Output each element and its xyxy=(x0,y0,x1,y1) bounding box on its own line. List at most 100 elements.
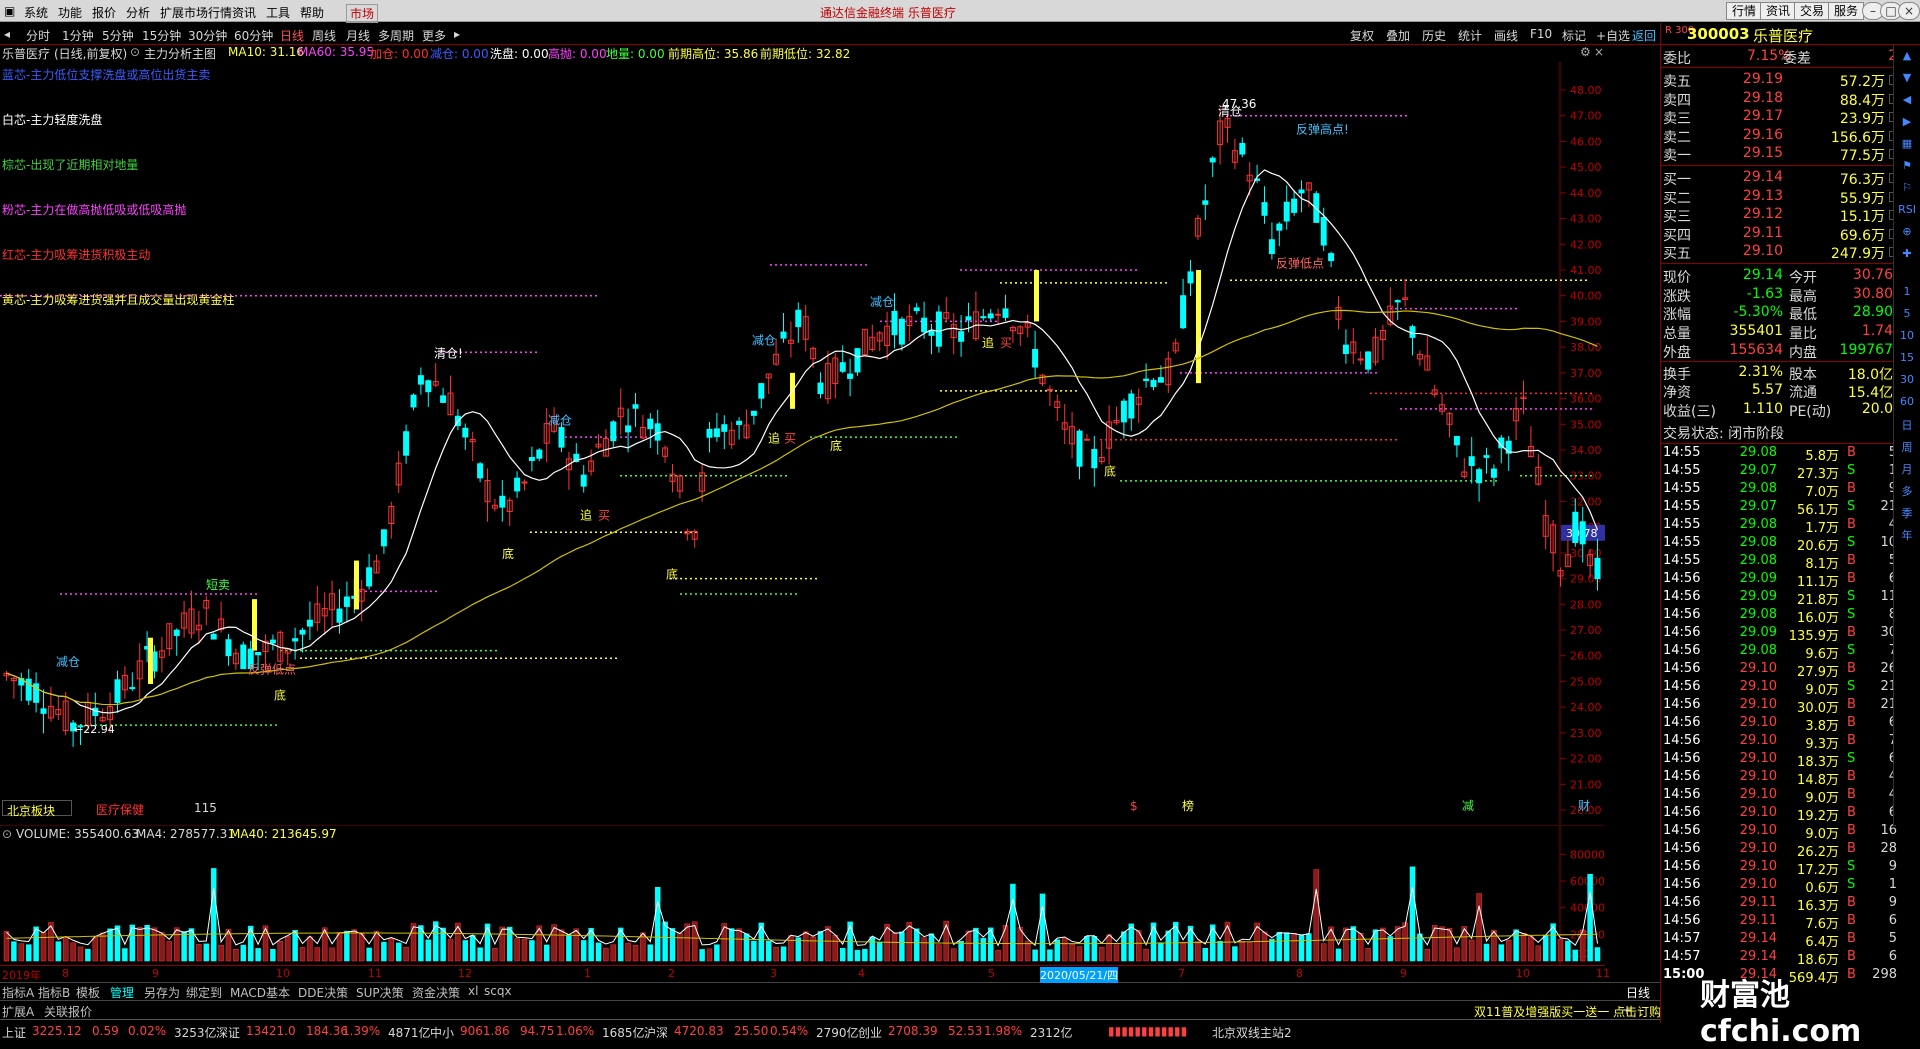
sidebar-period[interactable]: 年 xyxy=(1896,527,1918,543)
bid-price[interactable]: 29.12 xyxy=(1727,206,1783,222)
tab-related-quote[interactable]: 关联报价 xyxy=(44,1003,92,1020)
tab-dde[interactable]: DDE决策 xyxy=(298,984,348,1001)
sidebar-period[interactable]: 5 xyxy=(1896,307,1918,320)
menu-system[interactable]: 系统 xyxy=(24,4,48,21)
sidebar-tool-icon[interactable]: ⚑ xyxy=(1896,159,1918,172)
toolbar-overlay[interactable]: 叠加 xyxy=(1386,27,1410,44)
period-tab-daily[interactable]: 日线 xyxy=(280,27,304,44)
bid-price[interactable]: 29.13 xyxy=(1727,188,1783,204)
toolbar-mark[interactable]: 标记 xyxy=(1562,27,1586,44)
tab-sup[interactable]: SUP决策 xyxy=(356,984,404,1001)
ask-price[interactable]: 29.16 xyxy=(1727,127,1783,143)
sidebar-period[interactable]: 日 xyxy=(1896,417,1918,433)
sidebar-tool-icon[interactable]: ✚ xyxy=(1896,247,1918,260)
sidebar-tool-icon[interactable]: ▼ xyxy=(1896,71,1918,84)
sidebar-period[interactable]: 月 xyxy=(1896,461,1918,477)
sidebar-period[interactable]: 30 xyxy=(1896,373,1918,386)
news-ticker[interactable]: 双11普及增强版买一送一 点击订购 xyxy=(1474,1003,1661,1020)
sidebar-tool-icon[interactable]: ⚐ xyxy=(1896,181,1918,194)
tab-template[interactable]: 模板 xyxy=(76,984,100,1001)
volume-bar xyxy=(773,947,779,962)
sidebar-tool-icon[interactable]: ▲ xyxy=(1896,49,1918,62)
tab-save-as[interactable]: 另存为 xyxy=(144,984,180,1001)
ask-label: 卖五 xyxy=(1663,74,1691,90)
tab-scqx[interactable]: scqx xyxy=(484,984,512,998)
top-button-quote[interactable]: 行情 xyxy=(1726,2,1763,20)
tab-extend-a[interactable]: 扩展A xyxy=(2,1003,34,1020)
sidebar-tool-icon[interactable]: ⊕ xyxy=(1896,225,1918,238)
candlestick-chart[interactable]: 48.00 47.00 46.00 45.00 44.00 43.00 42.00 41.00… xyxy=(0,62,1605,824)
sidebar-tool-icon[interactable]: ▦ xyxy=(1896,137,1918,150)
sidebar-period[interactable]: 10 xyxy=(1896,329,1918,342)
menu-extended-market[interactable]: 扩展市场行情 xyxy=(160,4,232,21)
tab-capital[interactable]: 资金决策 xyxy=(412,984,460,1001)
menu-help[interactable]: 帮助 xyxy=(300,4,324,21)
prev-high-value: 前期高位: 35.86 xyxy=(668,47,759,61)
period-tab-monthly[interactable]: 月线 xyxy=(346,27,370,44)
period-tab-more[interactable]: 更多 xyxy=(422,27,446,44)
volume-chart[interactable]: 80000600004000020000X10 xyxy=(0,825,1605,965)
sidebar-period[interactable]: 周 xyxy=(1896,439,1918,455)
sidebar-period[interactable]: 1 xyxy=(1896,285,1918,298)
sidebar-tool-icon[interactable]: ◀ xyxy=(1896,93,1918,106)
tab-daily-view[interactable]: 日线 xyxy=(1626,984,1650,1001)
period-tab-fenshi[interactable]: 分时 xyxy=(26,27,50,44)
tab-manage[interactable]: 管理 xyxy=(110,984,134,1001)
date-axis[interactable]: 2019年 8 9 10 11 12 1 2 3 4 5 2020/05/21/四 7 8 9 10 11 xyxy=(0,965,1610,983)
menu-tools[interactable]: 工具 xyxy=(266,4,290,21)
close-icon[interactable]: × xyxy=(1898,2,1920,20)
server-station[interactable]: 北京双线主站2 xyxy=(1212,1024,1292,1041)
sidebar-period[interactable]: 多 xyxy=(1896,483,1918,499)
period-tab-60min[interactable]: 60分钟 xyxy=(234,27,273,44)
settings-icon[interactable]: ⚙ xyxy=(1580,45,1591,59)
menu-analysis[interactable]: 分析 xyxy=(126,4,150,21)
sector-tag-medical[interactable]: 医疗保健 xyxy=(96,801,144,818)
toolbar-add-watch[interactable]: +自选 xyxy=(1596,27,1630,44)
menu-quote[interactable]: 报价 xyxy=(92,4,116,21)
ask-price[interactable]: 29.17 xyxy=(1727,108,1783,124)
sidebar-period[interactable]: 60 xyxy=(1896,395,1918,408)
sector-tag-beijing[interactable]: 北京板块 xyxy=(2,800,72,818)
period-tab-weekly[interactable]: 周线 xyxy=(312,27,336,44)
period-tab-30min[interactable]: 30分钟 xyxy=(188,27,227,44)
bid-price[interactable]: 29.14 xyxy=(1727,169,1783,185)
period-tab-15min[interactable]: 15分钟 xyxy=(142,27,181,44)
chart-annotation: 减仓 xyxy=(752,334,776,348)
sidebar-period[interactable]: 季 xyxy=(1896,505,1918,521)
tab-bind-to[interactable]: 绑定到 xyxy=(186,984,222,1001)
tab-xl[interactable]: xl xyxy=(468,984,478,998)
period-tab-1min[interactable]: 1分钟 xyxy=(62,27,94,44)
tab-macd[interactable]: MACD基本 xyxy=(230,984,290,1001)
toolbar-fuquan[interactable]: 复权 xyxy=(1350,27,1374,44)
sidebar-tool-icon[interactable]: RSI xyxy=(1896,203,1918,216)
more-arrow-icon[interactable]: ▸ xyxy=(454,27,460,41)
close-panel-icon[interactable]: × xyxy=(1594,45,1604,59)
period-tab-5min[interactable]: 5分钟 xyxy=(102,27,134,44)
top-button-service[interactable]: 服务 xyxy=(1828,2,1865,20)
menu-function[interactable]: 功能 xyxy=(58,4,82,21)
nav-back-icon[interactable]: ◂ xyxy=(4,27,10,41)
ask-price[interactable]: 29.18 xyxy=(1727,90,1783,106)
volume-bar xyxy=(144,925,150,962)
toolbar-return[interactable]: 返回 xyxy=(1632,27,1656,44)
ask-price[interactable]: 29.19 xyxy=(1727,71,1783,87)
toolbar-stats[interactable]: 统计 xyxy=(1458,27,1482,44)
toolbar-f10[interactable]: F10 xyxy=(1530,27,1552,41)
menu-market[interactable]: 市场 xyxy=(346,4,379,23)
sidebar-period[interactable]: 15 xyxy=(1896,351,1918,364)
tab-indicator-a[interactable]: 指标A xyxy=(2,984,34,1001)
toolbar-draw[interactable]: 画线 xyxy=(1494,27,1518,44)
tab-indicator-b[interactable]: 指标B xyxy=(38,984,70,1001)
sidebar-tool-icon[interactable]: ▶ xyxy=(1896,115,1918,128)
indicator-toggle-icon[interactable]: ⊙ xyxy=(130,45,140,59)
candle-body xyxy=(403,431,410,456)
bid-price[interactable]: 29.11 xyxy=(1727,225,1783,241)
ask-price[interactable]: 29.15 xyxy=(1727,145,1783,161)
top-button-trade[interactable]: 交易 xyxy=(1794,2,1831,20)
toolbar-history[interactable]: 历史 xyxy=(1422,27,1446,44)
bid-price[interactable]: 29.10 xyxy=(1727,243,1783,259)
top-button-news[interactable]: 资讯 xyxy=(1760,2,1797,20)
period-tab-multi[interactable]: 多周期 xyxy=(378,27,414,44)
menu-news[interactable]: 资讯 xyxy=(232,4,256,21)
indicator-name[interactable]: 主力分析主图 xyxy=(144,45,216,62)
